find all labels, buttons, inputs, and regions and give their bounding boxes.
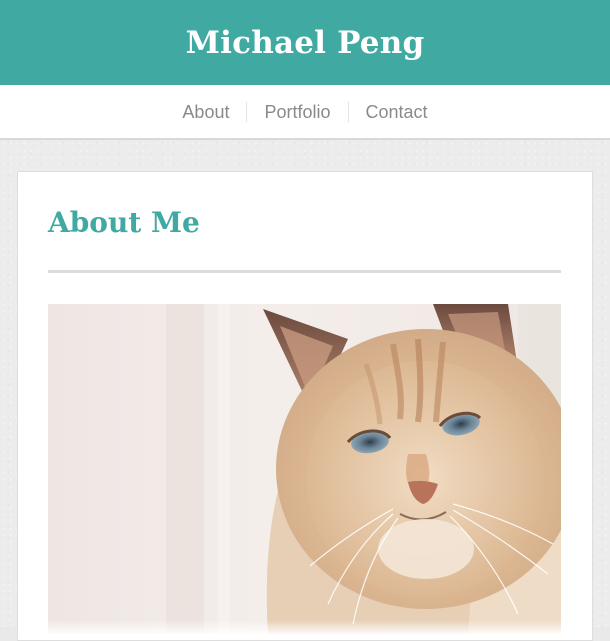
about-card: About Me xyxy=(17,171,593,641)
site-title[interactable]: Michael Peng xyxy=(186,25,425,61)
divider xyxy=(48,270,561,273)
cat-photo xyxy=(48,304,561,634)
nav-item-contact[interactable]: Contact xyxy=(347,101,445,122)
page-title: About Me xyxy=(48,206,200,239)
photo-fade xyxy=(48,620,561,634)
nav-item-portfolio[interactable]: Portfolio xyxy=(246,101,347,122)
main-nav: About Portfolio Contact xyxy=(0,85,610,140)
nav-item-about[interactable]: About xyxy=(165,102,246,122)
site-header: Michael Peng xyxy=(0,0,610,85)
